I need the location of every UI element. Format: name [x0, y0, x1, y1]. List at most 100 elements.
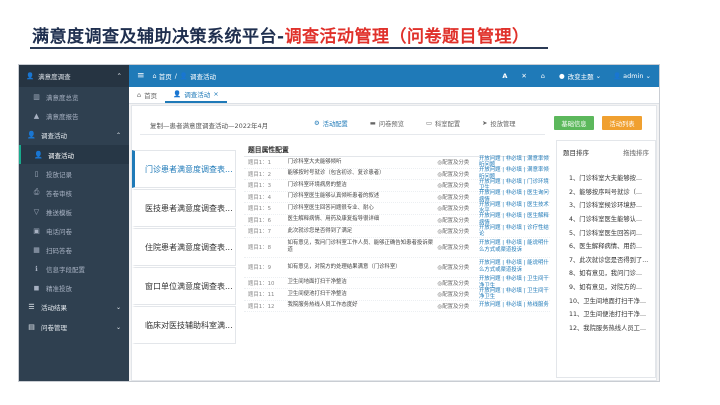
question-config-link[interactable]: ◎配置及分类: [438, 243, 479, 251]
sidebar-item-scan[interactable]: ▦ 扫码答卷: [19, 240, 129, 259]
phone-icon: ▣: [33, 226, 40, 235]
question-row[interactable]: 题目1：8 如有意见，我问门诊科室工作人员、能够正确告知患者投诉渠道 ◎配置及分类开…: [244, 238, 550, 258]
chevron-down-icon: ⌄: [645, 72, 651, 80]
home-icon[interactable]: ⌂: [541, 72, 545, 80]
menu-icon[interactable]: ≡: [137, 71, 145, 81]
user-icon: 👤: [179, 72, 188, 80]
properties-rows: 题目1：1 门诊科室大夫能够倾听 ◎配置及分类 开放问题 | 非必填 | 满意率倾听问…: [244, 156, 550, 312]
sidebar: 👤 满意度调查 ⌃ ▥ 满意度总览 ▲ 满意度报告 👤 调查活动 ⌃ 👤 调查活动 ▯ 投放…: [19, 65, 129, 381]
tab-home[interactable]: ⌂ 首页: [129, 87, 165, 103]
sort-item[interactable]: 6、医生解释病情、用药...: [557, 239, 655, 253]
question-config-link[interactable]: ◎配置及分类: [438, 158, 479, 166]
sidebar-header[interactable]: 👤 满意度调查 ⌃: [19, 65, 129, 87]
sort-item[interactable]: 12、我院服务热线人员工...: [557, 321, 655, 335]
question-config-link[interactable]: ◎配置及分类: [438, 216, 479, 224]
close-icon[interactable]: ×: [213, 90, 218, 98]
question-text: 医生解释病情、用药及康复指导很详细: [287, 216, 380, 223]
user-icon: 👤: [34, 150, 43, 159]
breadcrumb-current: 调查活动: [189, 73, 216, 81]
question-row[interactable]: 题目1：12 我院服务热线人员工作态度好 ◎配置及分类 开放问题 | 非必填 | 热线…: [244, 301, 550, 312]
sidebar-item-phone[interactable]: ▣ 电话问卷: [19, 221, 129, 240]
step-label: 投放管理: [490, 121, 516, 128]
question-attributes[interactable]: 开放问题 | 非必填 | 能说明什么方式或渠道投诉: [479, 240, 550, 254]
fullscreen-icon[interactable]: ✕: [521, 72, 526, 80]
slide-title-main: 满意度调查及辅助决策系统平台-: [32, 27, 285, 47]
question-number: 题目1：9: [248, 265, 272, 271]
question-text: 此次就诊您是否得到了满足: [287, 227, 353, 234]
sidebar-item-targeting[interactable]: ◼ 精准投放: [19, 278, 129, 297]
sort-panel-title: 题目排序: [563, 149, 589, 157]
sidebar-item-overview[interactable]: ▥ 满意度总览: [19, 87, 129, 106]
sidebar-item-records[interactable]: ▯ 投放记录: [19, 164, 129, 183]
sidebar-item-label: 活动结果: [41, 304, 67, 312]
question-config-link[interactable]: ◎配置及分类: [438, 204, 479, 212]
breadcrumb-separator: /: [174, 72, 177, 80]
home-icon: ⌂: [137, 91, 142, 99]
top-navbar: ≡ ⌂ 首页 / 👤 调查活动 A ✕ ⌂ ● 改变主题 ⌄ 👤 admin ⌄: [129, 65, 659, 87]
doc-icon: ▯: [34, 169, 39, 178]
sort-item[interactable]: 5、门诊科室医生回答问...: [557, 225, 655, 239]
chevron-down-icon: ⌄: [115, 323, 121, 331]
user-name[interactable]: admin: [623, 72, 643, 80]
tab-activity[interactable]: 👤 调查活动 ×: [165, 87, 227, 103]
sort-item[interactable]: 10、卫生间地面打扫干净...: [557, 293, 655, 307]
question-attributes[interactable]: 开放问题 | 非必填 | 热线服务: [479, 302, 550, 309]
question-config-link[interactable]: ◎配置及分类: [438, 181, 479, 189]
chevron-down-icon: ⌄: [115, 303, 121, 311]
question-attributes[interactable]: 开放问题 | 非必填 | 诊疗性结论: [479, 225, 550, 239]
step-delivery[interactable]: ➤ 投放管理: [482, 119, 515, 128]
sidebar-item-activity[interactable]: 👤 调查活动: [19, 145, 129, 164]
sort-item[interactable]: 1、门诊科室大夫能够按...: [557, 171, 655, 185]
sidebar-item-fields[interactable]: ℹ 信息字段配置: [19, 259, 129, 278]
question-text: 如有意见，对院方的处理结果满意（门诊科室）: [287, 263, 401, 270]
theme-icon[interactable]: ●: [559, 72, 565, 80]
step-preview[interactable]: ▬ 问卷预览: [370, 119, 404, 128]
breadcrumb-home[interactable]: 首页: [159, 71, 172, 81]
sort-item[interactable]: 4、门诊科室医生能够认...: [557, 212, 655, 226]
sidebar-item-push-template[interactable]: ▽ 推送模板: [19, 202, 129, 221]
step-label: 科室配置: [434, 121, 461, 128]
font-size-icon[interactable]: A: [502, 72, 507, 80]
user-icon: 👤: [27, 131, 36, 139]
sort-item[interactable]: 8、如有意见，我问门诊...: [557, 266, 655, 280]
step-activity-config[interactable]: ⚙ 活动配置: [314, 119, 348, 128]
change-theme-link[interactable]: 改变主题: [568, 71, 594, 81]
question-attributes[interactable]: 开放问题 | 非必填 | 卫生间干净卫生: [479, 288, 550, 302]
question-config-link[interactable]: ◎配置及分类: [438, 193, 479, 201]
sidebar-app-name: 满意度调查: [38, 73, 71, 81]
question-config-link[interactable]: ◎配置及分类: [438, 263, 479, 271]
sort-item[interactable]: 7、此次就诊您是否得到了...: [557, 253, 655, 267]
question-config-link[interactable]: ◎配置及分类: [438, 227, 479, 235]
sidebar-group-results[interactable]: ☰ 活动结果 ⌄: [19, 297, 129, 317]
sort-item[interactable]: 9、如有意见，对院方的...: [557, 280, 655, 294]
sidebar-item-report[interactable]: ▲ 满意度报告: [19, 106, 129, 125]
questionnaire-card[interactable]: 住院患者满意度调查表...: [132, 228, 236, 266]
sidebar-group-activity[interactable]: 👤 调查活动 ⌃: [19, 125, 129, 145]
question-number: 题目1：1: [248, 160, 272, 167]
question-attributes[interactable]: 开放问题 | 非必填 | 能说明什么方式或渠道投诉: [479, 260, 550, 274]
sort-item[interactable]: 3、门诊科室候诊环境舒...: [557, 198, 655, 212]
sort-list: 1、门诊科室大夫能够按... 2、能够按序叫号就诊（... 3、门诊科室候诊环境舒.…: [557, 171, 655, 334]
activity-list-button[interactable]: 活动列表: [602, 116, 642, 130]
drag-sort-button[interactable]: 拖拽排序: [623, 147, 649, 157]
question-row[interactable]: 题目1：7 此次就诊您是否得到了满足 ◎配置及分类 开放问题 | 非必填 | 诊疗性结…: [244, 225, 550, 239]
step-department[interactable]: ▭ 科室配置: [426, 119, 460, 128]
questionnaire-card[interactable]: 临床对医技辅助科室满...: [132, 306, 236, 344]
sidebar-group-questionnaire[interactable]: ▤ 问卷管理 ⌄: [19, 317, 129, 337]
sort-item[interactable]: 2、能够按序叫号就诊（...: [557, 185, 655, 199]
config-icon: ⚙: [314, 120, 320, 127]
question-config-link[interactable]: ◎配置及分类: [438, 290, 479, 298]
questionnaire-card[interactable]: 门诊患者满意度调查表...: [132, 150, 236, 188]
user-icon: 👤: [173, 90, 182, 98]
question-config-link[interactable]: ◎配置及分类: [438, 279, 479, 287]
basic-info-button[interactable]: 基础信息: [554, 116, 594, 130]
questionnaire-card[interactable]: 窗口单位满意度调查表...: [132, 267, 236, 305]
sort-item[interactable]: 11、卫生间便池打扫干净...: [557, 307, 655, 321]
sidebar-item-review[interactable]: ⎙ 答卷审核: [19, 183, 129, 202]
question-config-link[interactable]: ◎配置及分类: [438, 302, 479, 310]
questionnaire-card[interactable]: 医技患者满意度调查表...: [132, 189, 236, 227]
info-icon: ℹ: [35, 264, 38, 273]
question-row[interactable]: 题目1：9 如有意见，对院方的处理结果满意（门诊科室） ◎配置及分类 开放问题 | 非…: [244, 258, 550, 278]
question-config-link[interactable]: ◎配置及分类: [438, 170, 479, 178]
question-row[interactable]: 题目1：11 卫生间便池打扫干净整洁 ◎配置及分类 开放问题 | 非必填 | 卫生间干…: [244, 288, 550, 302]
